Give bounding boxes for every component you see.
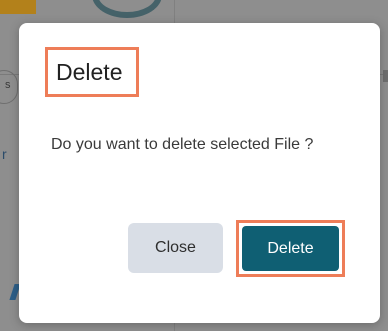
dialog-title: Delete [56,58,123,85]
background-pill: s [0,70,18,104]
background-circle [92,0,162,18]
dialog-message: Do you want to delete selected File ? [51,136,314,153]
background-accent-block [0,0,36,14]
background-mark-right [383,70,388,82]
background-letter: r [2,146,7,162]
delete-button-highlight: Delete [236,220,345,277]
delete-button[interactable]: Delete [242,226,339,271]
background-pill-text: s [5,79,11,91]
close-button[interactable]: Close [128,223,223,273]
delete-dialog: Delete Do you want to delete selected Fi… [19,23,380,323]
dialog-title-highlight: Delete [45,47,139,97]
